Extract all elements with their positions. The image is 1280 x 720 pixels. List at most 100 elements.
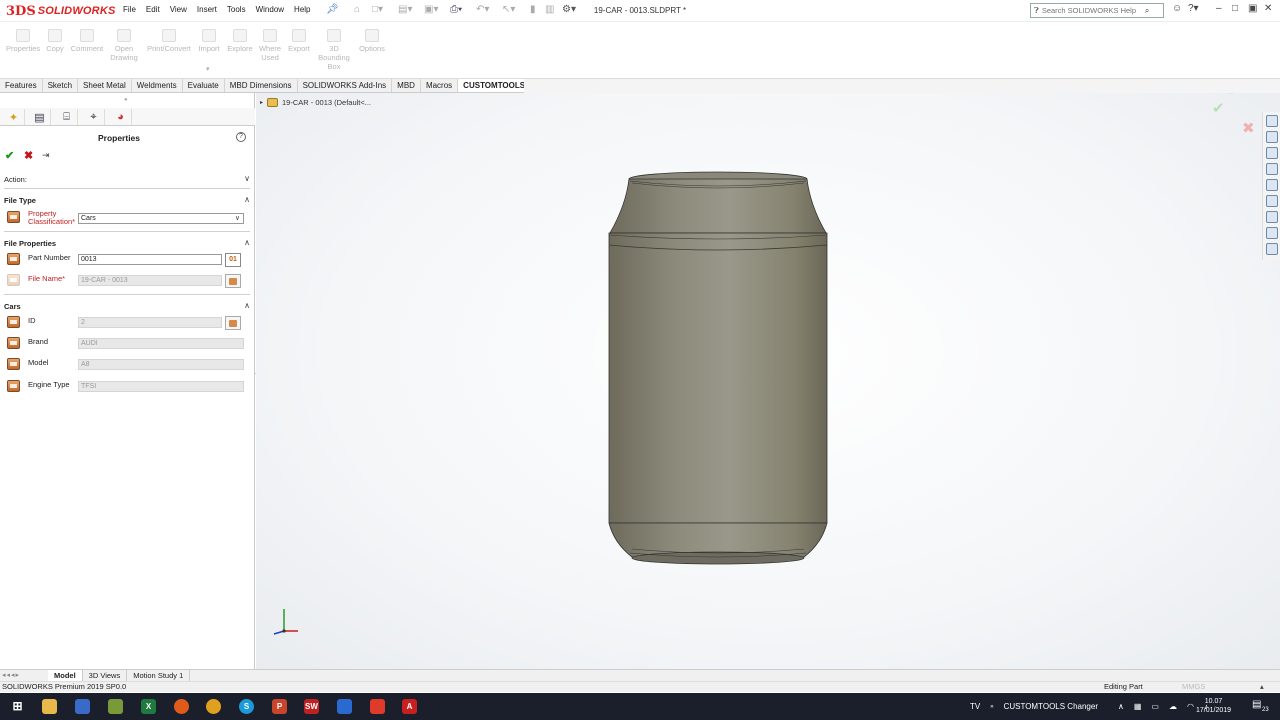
design-library-icon[interactable] [1265,131,1278,143]
import-dropdown-icon[interactable]: ▾ [206,65,210,73]
panel-help-icon[interactable]: ? [236,132,246,142]
id-lookup-button[interactable] [225,316,241,330]
help-icon[interactable]: ?▾ [1188,3,1199,14]
where-used-command[interactable]: Where Used [256,29,284,62]
menu-tools[interactable]: Tools [222,5,251,14]
viewport-minimize-icon[interactable]: – [1215,93,1220,95]
firefox-taskbar-icon[interactable] [174,699,189,714]
file-explorer-taskbar-icon[interactable] [42,699,57,714]
confirm-corner-check-icon[interactable]: ✔ [1212,99,1225,117]
property-classification-select[interactable]: Cars ∨ [78,213,244,224]
comment-command[interactable]: Comment [70,29,104,53]
graphics-area[interactable]: ▸ 19-CAR - 0013 (Default<... ⌕ ⌕ ↗ ▧ ✸ ▣… [256,93,1280,669]
app3-taskbar-icon[interactable] [370,699,385,714]
part-number-input[interactable]: 0013 [78,254,222,265]
tray-network-icon[interactable]: ▦ [1134,702,1142,711]
file-name-input[interactable]: 19-CAR - 0013 [78,275,222,286]
tab-sketch[interactable]: Sketch [43,79,79,92]
id-input[interactable]: 2 [78,317,222,328]
app-taskbar-icon[interactable] [108,699,123,714]
save-icon[interactable]: ▣▾ [424,4,438,15]
print-convert-command[interactable]: Print/Convert [144,29,194,53]
keep-visible-pin-icon[interactable]: ⇥ [42,150,50,161]
file-explorer-icon[interactable] [1265,147,1278,159]
solidworks-taskbar-icon[interactable]: SW [304,699,319,714]
dimxpert-tab-icon[interactable]: ⌖ [83,109,105,125]
tab-3d-views[interactable]: 3D Views [83,670,128,681]
chevron-up-icon[interactable]: ∧ [244,238,250,247]
undo-icon[interactable]: ↶▾ [476,4,489,15]
skype-taskbar-icon[interactable]: S [239,699,254,714]
acrobat-taskbar-icon[interactable]: A [402,699,417,714]
confirm-corner-x-icon[interactable]: ✖ [1242,119,1255,137]
menu-file[interactable]: File [118,5,141,14]
tab-solidworks-addins[interactable]: SOLIDWORKS Add-Ins [298,79,393,92]
tray-wifi-icon[interactable]: ◠ [1187,702,1194,711]
tray-tv[interactable]: TV [970,702,980,711]
tab-scroll-arrows-icon[interactable]: ◂◂◂▸ [0,670,48,681]
restore-icon[interactable]: □ [1232,3,1238,14]
options-gear-icon[interactable]: ⚙▾ [562,4,576,15]
options-command[interactable]: Options [356,29,388,53]
brand-input[interactable]: AUDI [78,338,244,349]
tab-evaluate[interactable]: Evaluate [183,79,225,92]
chevron-down-icon[interactable]: ∨ [244,174,250,183]
view-palette-icon[interactable] [1265,163,1278,175]
appearances-icon[interactable] [1265,179,1278,191]
taskbar-clock[interactable]: 10.07 17/01/2019 [1196,697,1231,715]
viewport-close-icon[interactable]: ✕ [1240,93,1248,95]
open-drawing-command[interactable]: Open Drawing [106,29,142,62]
search-input[interactable] [1041,6,1142,15]
notifications-icon[interactable]: ▤ [1252,699,1261,710]
menu-window[interactable]: Window [251,5,289,14]
chrome-taskbar-icon[interactable] [206,699,221,714]
file-props-icon[interactable]: ▥ [545,4,554,15]
tab-mbd-dimensions[interactable]: MBD Dimensions [225,79,298,92]
tab-weldments[interactable]: Weldments [132,79,183,92]
feature-manager-tab-icon[interactable]: ✦ [3,109,25,125]
file-type-section-header[interactable]: File Type ∧ [4,195,250,205]
bounding-box-command[interactable]: 3D Bounding Box [316,29,352,71]
solidworks-resources-icon[interactable] [1265,115,1278,127]
custom-properties-icon[interactable] [1265,195,1278,207]
tab-macros[interactable]: Macros [421,79,459,92]
tab-mbd[interactable]: MBD [392,79,421,92]
store-taskbar-icon[interactable] [75,699,90,714]
open-icon[interactable]: ▤▾ [398,4,412,15]
new-icon[interactable]: □▾ [372,4,383,15]
engine-type-input[interactable]: TFSI [78,381,244,392]
can-3d-model[interactable] [596,165,836,575]
tray-customtools-changer[interactable]: CUSTOMTOOLS Changer [1004,702,1098,711]
maximize-icon[interactable]: ▣ [1248,3,1257,14]
print-icon[interactable]: ⎙▾ [450,4,462,15]
tray-up-icon[interactable]: ∧ [1118,702,1124,711]
cars-section-header[interactable]: Cars ∧ [4,301,250,311]
menu-help[interactable]: Help [289,5,315,14]
configuration-manager-tab-icon[interactable]: ⌸ [56,109,78,125]
viewport-maximize-icon[interactable]: ▣ [1226,93,1235,95]
export-command[interactable]: Export [286,29,312,53]
close-icon[interactable]: ✕ [1264,3,1272,14]
tools-extra-icon[interactable] [1265,243,1278,255]
generate-number-button[interactable]: 01 [225,253,241,267]
search-icon[interactable]: ⌕ [1145,6,1149,16]
tab-sheet-metal[interactable]: Sheet Metal [78,79,132,92]
home-icon[interactable]: ⌂ [354,4,360,15]
menu-view[interactable]: View [165,5,192,14]
rebuild-icon[interactable]: ▮ [530,4,536,15]
tray-overflow-icon[interactable]: » [990,704,993,710]
feature-tree-flyout[interactable]: ▸ 19-CAR - 0013 (Default<... [260,98,371,107]
property-manager-tab-icon[interactable]: ▤ [29,109,51,125]
select-icon[interactable]: ↖▾ [502,4,515,15]
app2-taskbar-icon[interactable] [337,699,352,714]
cancel-x-icon[interactable]: ✖ [24,149,33,162]
chevron-up-icon[interactable]: ∧ [244,301,250,310]
tab-motion-study[interactable]: Motion Study 1 [127,670,191,681]
user-icon[interactable]: ☺ [1172,3,1182,14]
search-box[interactable]: ❓︎ ⌕ [1030,3,1164,18]
menu-insert[interactable]: Insert [192,5,222,14]
excel-taskbar-icon[interactable]: X [141,699,156,714]
windows-start-icon[interactable]: ⊞ [10,699,25,714]
ok-check-icon[interactable]: ✔ [5,149,14,162]
tab-model[interactable]: Model [48,670,83,681]
